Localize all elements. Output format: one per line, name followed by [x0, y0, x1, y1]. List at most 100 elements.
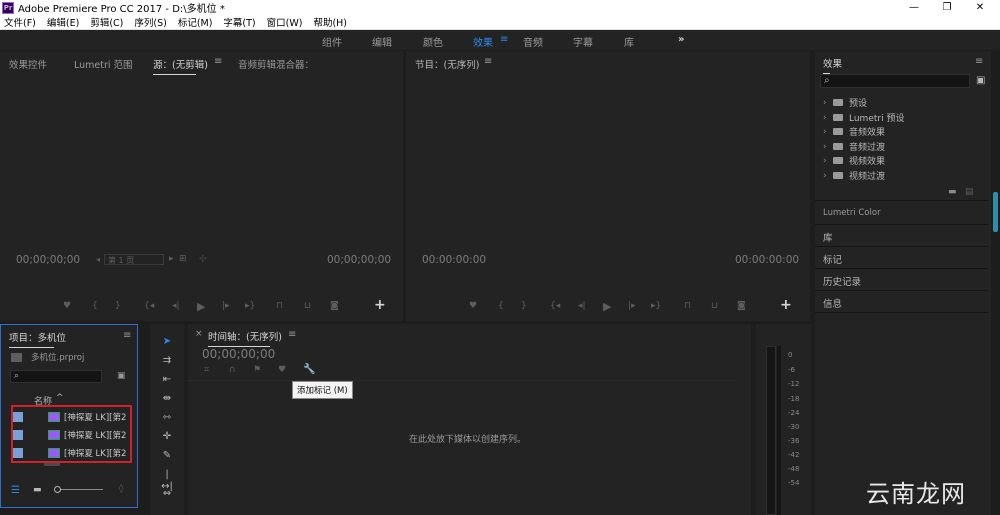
- section-markers[interactable]: 标记: [823, 252, 842, 266]
- list-item[interactable]: [神探夏 LK][第2: [13, 427, 131, 443]
- scrollbar[interactable]: [44, 463, 60, 466]
- workspace-effects[interactable]: 效果: [473, 34, 493, 49]
- program-menu-icon[interactable]: ≡: [484, 56, 492, 67]
- menu-edit[interactable]: 编辑(E): [47, 15, 79, 29]
- workspace-titles[interactable]: 字幕: [573, 34, 593, 49]
- sort-order-icon[interactable]: ◊: [119, 484, 123, 494]
- source-go-out-icon[interactable]: ▸}: [245, 301, 255, 311]
- rolling-edit-tool-icon[interactable]: ⇹: [160, 393, 174, 405]
- menu-file[interactable]: 文件(F): [4, 15, 36, 29]
- workspace-overflow-icon[interactable]: »: [678, 34, 684, 45]
- source-step-back-icon[interactable]: ◂|: [172, 301, 180, 311]
- tab-audio-clip-mixer[interactable]: 音频剪辑混合器：: [238, 57, 314, 71]
- program-camera-icon[interactable]: ◙: [737, 301, 746, 311]
- new-folder-icon[interactable]: ▬: [948, 187, 957, 197]
- project-title[interactable]: 项目：多机位: [9, 330, 66, 348]
- section-libraries[interactable]: 库: [823, 230, 833, 244]
- timeline-timecode[interactable]: 00;00;00;00: [202, 347, 275, 361]
- source-page-prev-icon[interactable]: ◂: [96, 255, 100, 264]
- effects-item-presets[interactable]: › 预设: [823, 96, 867, 110]
- ripple-edit-tool-icon[interactable]: ⇤: [160, 374, 174, 386]
- workspace-color[interactable]: 颜色: [423, 34, 443, 49]
- workspace-libraries[interactable]: 库: [624, 34, 634, 49]
- list-view-icon[interactable]: ☰: [11, 485, 20, 496]
- timeline-title[interactable]: 时间轴：(无序列): [208, 329, 282, 347]
- effects-item-video-effects[interactable]: › 视频效果: [823, 154, 885, 168]
- program-lift-icon[interactable]: ⊓: [684, 301, 691, 311]
- source-mark-out-icon[interactable]: }: [115, 301, 121, 311]
- effects-item-lumetri-presets[interactable]: › Lumetri 预设: [823, 111, 904, 125]
- pen-tool-icon[interactable]: ⇔: [160, 488, 174, 500]
- zoom-slider-handle[interactable]: [54, 486, 61, 493]
- menu-window[interactable]: 窗口(W): [267, 15, 303, 29]
- bin-icon[interactable]: ▣: [117, 371, 126, 381]
- menu-marker[interactable]: 标记(M): [178, 15, 213, 29]
- source-step-forward-icon[interactable]: |▸: [222, 301, 230, 311]
- source-marker-icon[interactable]: ♥: [63, 301, 71, 311]
- source-overwrite-icon[interactable]: ⊔: [304, 301, 311, 311]
- minimize-button[interactable]: —: [900, 0, 928, 15]
- program-mark-out-icon[interactable]: }: [521, 301, 527, 311]
- linked-selection-icon[interactable]: ⚑: [253, 365, 261, 375]
- program-play-icon[interactable]: ▶: [603, 300, 611, 313]
- list-item[interactable]: [神探夏 LK][第2: [13, 409, 131, 425]
- tab-source[interactable]: 源：(无剪辑): [153, 57, 208, 75]
- menu-clip[interactable]: 剪辑(C): [90, 15, 123, 29]
- source-settings-icon[interactable]: ⊹: [199, 254, 207, 264]
- rate-stretch-tool-icon[interactable]: ⇿: [160, 412, 174, 424]
- workspace-menu-icon[interactable]: ≡: [500, 34, 508, 45]
- workspace-audio[interactable]: 音频: [523, 34, 543, 49]
- source-go-in-icon[interactable]: {◂: [144, 301, 154, 311]
- source-page-next-icon[interactable]: ▸: [169, 254, 174, 264]
- razor-tool-icon[interactable]: ✛: [160, 431, 174, 443]
- selection-tool-icon[interactable]: ➤: [160, 336, 174, 348]
- section-lumetri-color[interactable]: Lumetri Color: [823, 208, 881, 218]
- effects-item-video-transitions[interactable]: › 视频过渡: [823, 169, 885, 183]
- tab-effect-controls[interactable]: 效果控件: [9, 57, 47, 71]
- section-history[interactable]: 历史记录: [823, 274, 861, 288]
- timeline-close-icon[interactable]: ×: [195, 329, 203, 339]
- source-page-select[interactable]: 第 1 页: [104, 254, 164, 265]
- close-button[interactable]: ✕: [966, 0, 994, 15]
- source-camera-icon[interactable]: ◙: [330, 301, 339, 311]
- slip-tool-icon[interactable]: ✎: [160, 450, 174, 462]
- program-timecode-out[interactable]: 00:00:00:00: [735, 254, 799, 266]
- program-go-in-icon[interactable]: {◂: [550, 301, 560, 311]
- timeline-menu-icon[interactable]: ≡: [288, 329, 296, 340]
- sort-icon[interactable]: ^: [56, 393, 64, 403]
- source-play-icon[interactable]: ▶: [197, 300, 205, 313]
- menu-sequence[interactable]: 序列(S): [134, 15, 166, 29]
- wrench-icon[interactable]: 🔧: [303, 364, 315, 375]
- program-mark-in-icon[interactable]: {: [498, 301, 504, 311]
- nest-icon[interactable]: ⌗: [204, 365, 209, 375]
- section-info[interactable]: 信息: [823, 296, 842, 310]
- add-marker-icon[interactable]: ♥: [278, 365, 286, 375]
- list-item[interactable]: [神探夏 LK][第2: [13, 445, 131, 461]
- tab-program[interactable]: 节目：(无序列): [415, 57, 479, 71]
- source-mark-in-icon[interactable]: {: [92, 301, 98, 311]
- trash-icon[interactable]: ▤: [965, 187, 974, 197]
- project-search-input[interactable]: ⌕: [10, 370, 102, 383]
- slide-tool-icon[interactable]: |↔|: [160, 469, 174, 492]
- project-menu-icon[interactable]: ≡: [123, 330, 131, 341]
- menu-help[interactable]: 帮助(H): [313, 15, 347, 29]
- program-add-button[interactable]: +: [780, 297, 792, 313]
- effects-item-audio-transitions[interactable]: › 音频过渡: [823, 140, 885, 154]
- program-timecode-in[interactable]: 00:00:00:00: [422, 254, 486, 266]
- zoom-slider[interactable]: [55, 489, 103, 490]
- source-add-button[interactable]: +: [374, 297, 386, 313]
- tab-lumetri-scopes[interactable]: Lumetri 范围: [74, 57, 133, 71]
- workspace-assembly[interactable]: 组件: [322, 34, 342, 49]
- program-marker-icon[interactable]: ♥: [469, 301, 477, 311]
- new-bin-icon[interactable]: ▣: [976, 75, 985, 86]
- source-menu-icon[interactable]: ≡: [214, 56, 222, 67]
- program-go-out-icon[interactable]: ▸}: [651, 301, 661, 311]
- snap-icon[interactable]: ∩: [229, 365, 236, 375]
- effects-item-audio-effects[interactable]: › 音频效果: [823, 125, 885, 139]
- source-fit-icon[interactable]: ⊞: [179, 254, 187, 264]
- workspace-editing[interactable]: 编辑: [372, 34, 392, 49]
- menu-title[interactable]: 字幕(T): [223, 15, 255, 29]
- source-insert-icon[interactable]: ⊓: [276, 301, 283, 311]
- effects-menu-icon[interactable]: ≡: [975, 56, 983, 67]
- program-step-forward-icon[interactable]: |▸: [628, 301, 636, 311]
